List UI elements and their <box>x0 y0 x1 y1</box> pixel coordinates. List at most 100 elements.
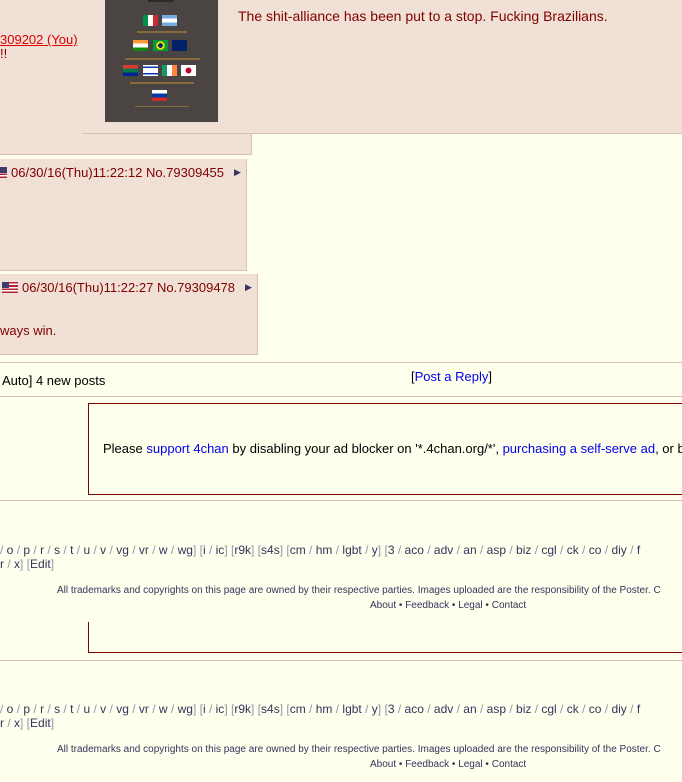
board-link-w[interactable]: w <box>159 543 168 557</box>
board-link-vg[interactable]: vg <box>116 543 129 557</box>
board-link-Edit[interactable]: Edit <box>30 716 51 730</box>
footer-link-feedback[interactable]: Feedback <box>405 600 449 611</box>
post-reply-link[interactable]: [Post a Reply] <box>411 369 492 384</box>
board-link-lgbt[interactable]: lgbt <box>342 543 361 557</box>
nav-separator: ] [ <box>251 702 262 716</box>
board-link-ic[interactable]: ic <box>216 543 225 557</box>
footer-separator: • <box>396 759 406 770</box>
nav-separator: ] [ <box>20 716 31 730</box>
nav-separator: ] [ <box>192 543 203 557</box>
us-flag-icon <box>2 282 18 293</box>
footer-disclaimer: All trademarks and copyrights on this pa… <box>57 585 661 596</box>
board-nav-line2: r / x] [Edit] <box>0 557 54 571</box>
nav-separator: ] [ <box>279 543 290 557</box>
board-link-diy[interactable]: diy <box>611 543 626 557</box>
australia-flag-icon <box>172 40 187 51</box>
nav-separator: / <box>13 543 24 557</box>
thread-update-status: Auto] 4 new posts <box>2 373 106 388</box>
board-link-f[interactable]: f <box>637 543 640 557</box>
board-link-r9k[interactable]: r9k <box>234 543 251 557</box>
footer-disclaimer: All trademarks and copyrights on this pa… <box>57 744 661 755</box>
board-link-3[interactable]: 3 <box>388 702 395 716</box>
board-link-r9k[interactable]: r9k <box>234 702 251 716</box>
board-link-hm[interactable]: hm <box>316 702 333 716</box>
footer-link-contact[interactable]: Contact <box>492 759 526 770</box>
nav-separator: / <box>128 702 139 716</box>
divider <box>0 396 682 397</box>
footer-separator: • <box>482 600 492 611</box>
nav-separator: / <box>44 702 55 716</box>
footer-link-feedback[interactable]: Feedback <box>405 759 449 770</box>
board-link-aco[interactable]: aco <box>405 543 424 557</box>
nav-separator: / <box>361 702 372 716</box>
nav-separator: / <box>106 702 117 716</box>
board-link-3[interactable]: 3 <box>388 543 395 557</box>
footer-link-legal[interactable]: Legal <box>458 600 482 611</box>
board-link-co[interactable]: co <box>589 543 602 557</box>
board-link-ck[interactable]: ck <box>567 543 579 557</box>
board-link-asp[interactable]: asp <box>487 543 506 557</box>
support-link[interactable]: support 4chan <box>146 441 228 456</box>
board-link-cgl[interactable]: cgl <box>541 702 556 716</box>
board-link-biz[interactable]: biz <box>516 543 531 557</box>
board-link-diy[interactable]: diy <box>611 702 626 716</box>
thumbnail-image[interactable] <box>105 0 218 122</box>
nav-separator: / <box>423 543 434 557</box>
post-message: The shit-alliance has been put to a stop… <box>238 8 608 24</box>
board-link-vg[interactable]: vg <box>116 702 129 716</box>
board-link-cm[interactable]: cm <box>290 543 306 557</box>
board-link-biz[interactable]: biz <box>516 702 531 716</box>
nav-separator: ] [ <box>377 702 388 716</box>
board-link-f[interactable]: f <box>637 702 640 716</box>
board-link-Edit[interactable]: Edit <box>30 557 51 571</box>
board-link-ic[interactable]: ic <box>216 702 225 716</box>
nav-separator: / <box>531 543 542 557</box>
board-link-s4s[interactable]: s4s <box>261 702 280 716</box>
board-link-lgbt[interactable]: lgbt <box>342 702 361 716</box>
board-link-cm[interactable]: cm <box>290 702 306 716</box>
nav-separator: / <box>332 702 343 716</box>
ireland-flag-icon <box>162 65 177 76</box>
post-menu-arrow-icon[interactable]: ▶ <box>234 167 241 178</box>
board-link-s4s[interactable]: s4s <box>261 543 280 557</box>
board-link-cgl[interactable]: cgl <box>541 543 556 557</box>
nav-separator: / <box>394 702 405 716</box>
post-number[interactable]: No.79309478 <box>157 280 235 295</box>
footer-link-about[interactable]: About <box>370 600 396 611</box>
quote-link[interactable]: 309202 (You) <box>0 32 78 47</box>
board-link-vr[interactable]: vr <box>139 543 149 557</box>
nav-separator: / <box>332 543 343 557</box>
nav-separator: / <box>601 543 612 557</box>
nav-separator: / <box>4 557 15 571</box>
board-nav-line1: / o / p / r / s / t / u / v / vg / vr / … <box>0 543 640 557</box>
post-menu-arrow-icon[interactable]: ▶ <box>245 282 252 293</box>
board-link-vr[interactable]: vr <box>139 702 149 716</box>
board-link-an[interactable]: an <box>463 543 476 557</box>
board-link-adv[interactable]: adv <box>434 543 453 557</box>
board-link-w[interactable]: w <box>159 702 168 716</box>
board-link-wg[interactable]: wg <box>178 543 193 557</box>
board-link-hm[interactable]: hm <box>316 543 333 557</box>
self-serve-ad-link[interactable]: purchasing a self-serve ad <box>503 441 655 456</box>
nav-separator: / <box>30 543 41 557</box>
italy-flag-icon <box>143 15 158 26</box>
footer-link-legal[interactable]: Legal <box>458 759 482 770</box>
israel-flag-icon <box>143 65 158 76</box>
board-link-wg[interactable]: wg <box>178 702 193 716</box>
south-africa-flag-icon <box>123 65 138 76</box>
nav-separator: / <box>531 702 542 716</box>
post-number[interactable]: No.79309455 <box>146 165 224 180</box>
board-link-asp[interactable]: asp <box>487 702 506 716</box>
nav-separator: / <box>626 543 637 557</box>
board-link-adv[interactable]: adv <box>434 702 453 716</box>
footer-link-contact[interactable]: Contact <box>492 600 526 611</box>
nav-separator: ] [ <box>377 543 388 557</box>
nav-separator: / <box>578 702 589 716</box>
board-link-an[interactable]: an <box>463 702 476 716</box>
board-link-co[interactable]: co <box>589 702 602 716</box>
footer-link-about[interactable]: About <box>370 759 396 770</box>
nav-separator: / <box>205 543 216 557</box>
post-reply-button[interactable]: Post a Reply <box>415 369 489 384</box>
board-link-ck[interactable]: ck <box>567 702 579 716</box>
board-link-aco[interactable]: aco <box>405 702 424 716</box>
